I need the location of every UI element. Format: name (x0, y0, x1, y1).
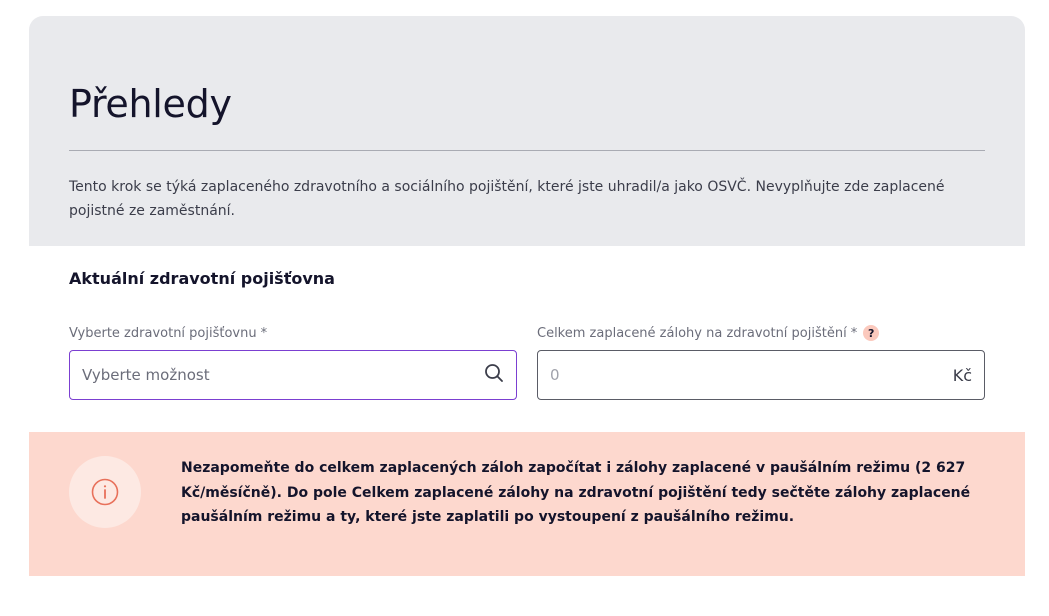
amount-input-value: 0 (550, 366, 560, 384)
form-card: Přehledy Tento krok se týká zaplaceného … (29, 16, 1025, 616)
alert-text: Nezapomeňte do celkem zaplacených záloh … (181, 460, 971, 525)
info-icon (69, 456, 141, 528)
insurer-label-text: Vyberte zdravotní pojišťovnu (69, 325, 257, 341)
amount-input[interactable]: 0 Kč (537, 350, 985, 400)
required-mark: * (850, 325, 858, 341)
intro-text: Tento krok se týká zaplaceného zdravotní… (69, 179, 945, 219)
section-title: Aktuální zdravotní pojišťovna (69, 269, 335, 288)
insurer-label: Vyberte zdravotní pojišťovnu * (69, 324, 517, 342)
info-alert: Nezapomeňte do celkem zaplacených záloh … (29, 432, 1025, 576)
insurer-select-placeholder: Vyberte možnost (82, 366, 210, 384)
amount-label: Celkem zaplacené zálohy na zdravotní poj… (537, 324, 985, 342)
page-title: Přehledy (69, 82, 232, 126)
amount-label-text: Celkem zaplacené zálohy na zdravotní poj… (537, 325, 847, 341)
insurer-section: Aktuální zdravotní pojišťovna Vyberte zd… (29, 246, 1025, 400)
insurer-select[interactable]: Vyberte možnost (69, 350, 517, 400)
insurer-field: Vyberte zdravotní pojišťovnu * Vyberte m… (69, 324, 517, 400)
title-divider (69, 150, 985, 151)
help-icon[interactable]: ? (863, 325, 880, 341)
currency-unit: Kč (952, 365, 972, 385)
page-header: Přehledy Tento krok se týká zaplaceného … (29, 16, 1025, 246)
search-icon[interactable] (484, 363, 504, 387)
required-mark: * (260, 325, 268, 341)
amount-field: Celkem zaplacené zálohy na zdravotní poj… (537, 324, 985, 400)
fields-row: Vyberte zdravotní pojišťovnu * Vyberte m… (69, 324, 985, 400)
